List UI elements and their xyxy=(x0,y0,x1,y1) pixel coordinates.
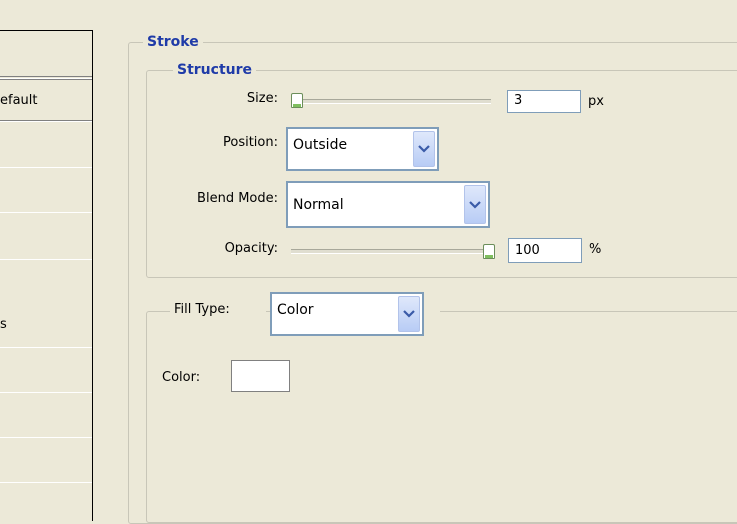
list-divider xyxy=(0,392,92,393)
color-swatch[interactable] xyxy=(231,360,290,392)
fill-type-label: Fill Type: xyxy=(170,302,266,317)
frame-gap xyxy=(424,300,440,314)
list-item-default[interactable]: efault xyxy=(0,93,38,108)
opacity-slider-thumb-icon[interactable] xyxy=(483,244,495,259)
position-value: Outside xyxy=(293,137,348,153)
list-divider xyxy=(0,76,92,77)
stroke-group-title: Stroke xyxy=(143,34,203,50)
color-label: Color: xyxy=(162,370,201,385)
list-divider xyxy=(0,482,92,483)
list-divider xyxy=(0,437,92,438)
position-select[interactable]: Outside xyxy=(286,127,439,171)
list-divider xyxy=(0,79,92,80)
list-divider xyxy=(0,259,92,260)
opacity-field[interactable]: 100 xyxy=(508,238,582,263)
chevron-down-icon[interactable] xyxy=(398,296,420,332)
list-divider xyxy=(0,347,92,348)
chevron-down-icon[interactable] xyxy=(464,185,486,224)
size-unit: px xyxy=(588,94,604,109)
fill-type-value: Color xyxy=(277,302,314,318)
size-slider-thumb-icon[interactable] xyxy=(291,93,303,108)
size-field[interactable]: 3 xyxy=(507,90,581,113)
opacity-slider[interactable] xyxy=(291,249,491,254)
blend-mode-select[interactable]: Normal xyxy=(286,181,490,228)
styles-list: efault s xyxy=(0,30,93,521)
size-label: Size: xyxy=(246,91,278,106)
fill-type-select[interactable]: Color xyxy=(270,292,424,336)
fill-group xyxy=(146,311,737,523)
list-divider xyxy=(0,121,92,122)
blend-mode-value: Normal xyxy=(293,197,344,213)
position-label: Position: xyxy=(223,135,278,150)
chevron-down-icon[interactable] xyxy=(413,131,435,167)
opacity-unit: % xyxy=(589,242,602,257)
list-divider xyxy=(0,212,92,213)
list-item[interactable]: s xyxy=(0,317,7,332)
opacity-label: Opacity: xyxy=(224,241,278,256)
blend-mode-label: Blend Mode: xyxy=(197,191,278,206)
structure-group-title: Structure xyxy=(173,62,257,78)
list-divider xyxy=(0,167,92,168)
size-slider[interactable] xyxy=(291,99,491,104)
